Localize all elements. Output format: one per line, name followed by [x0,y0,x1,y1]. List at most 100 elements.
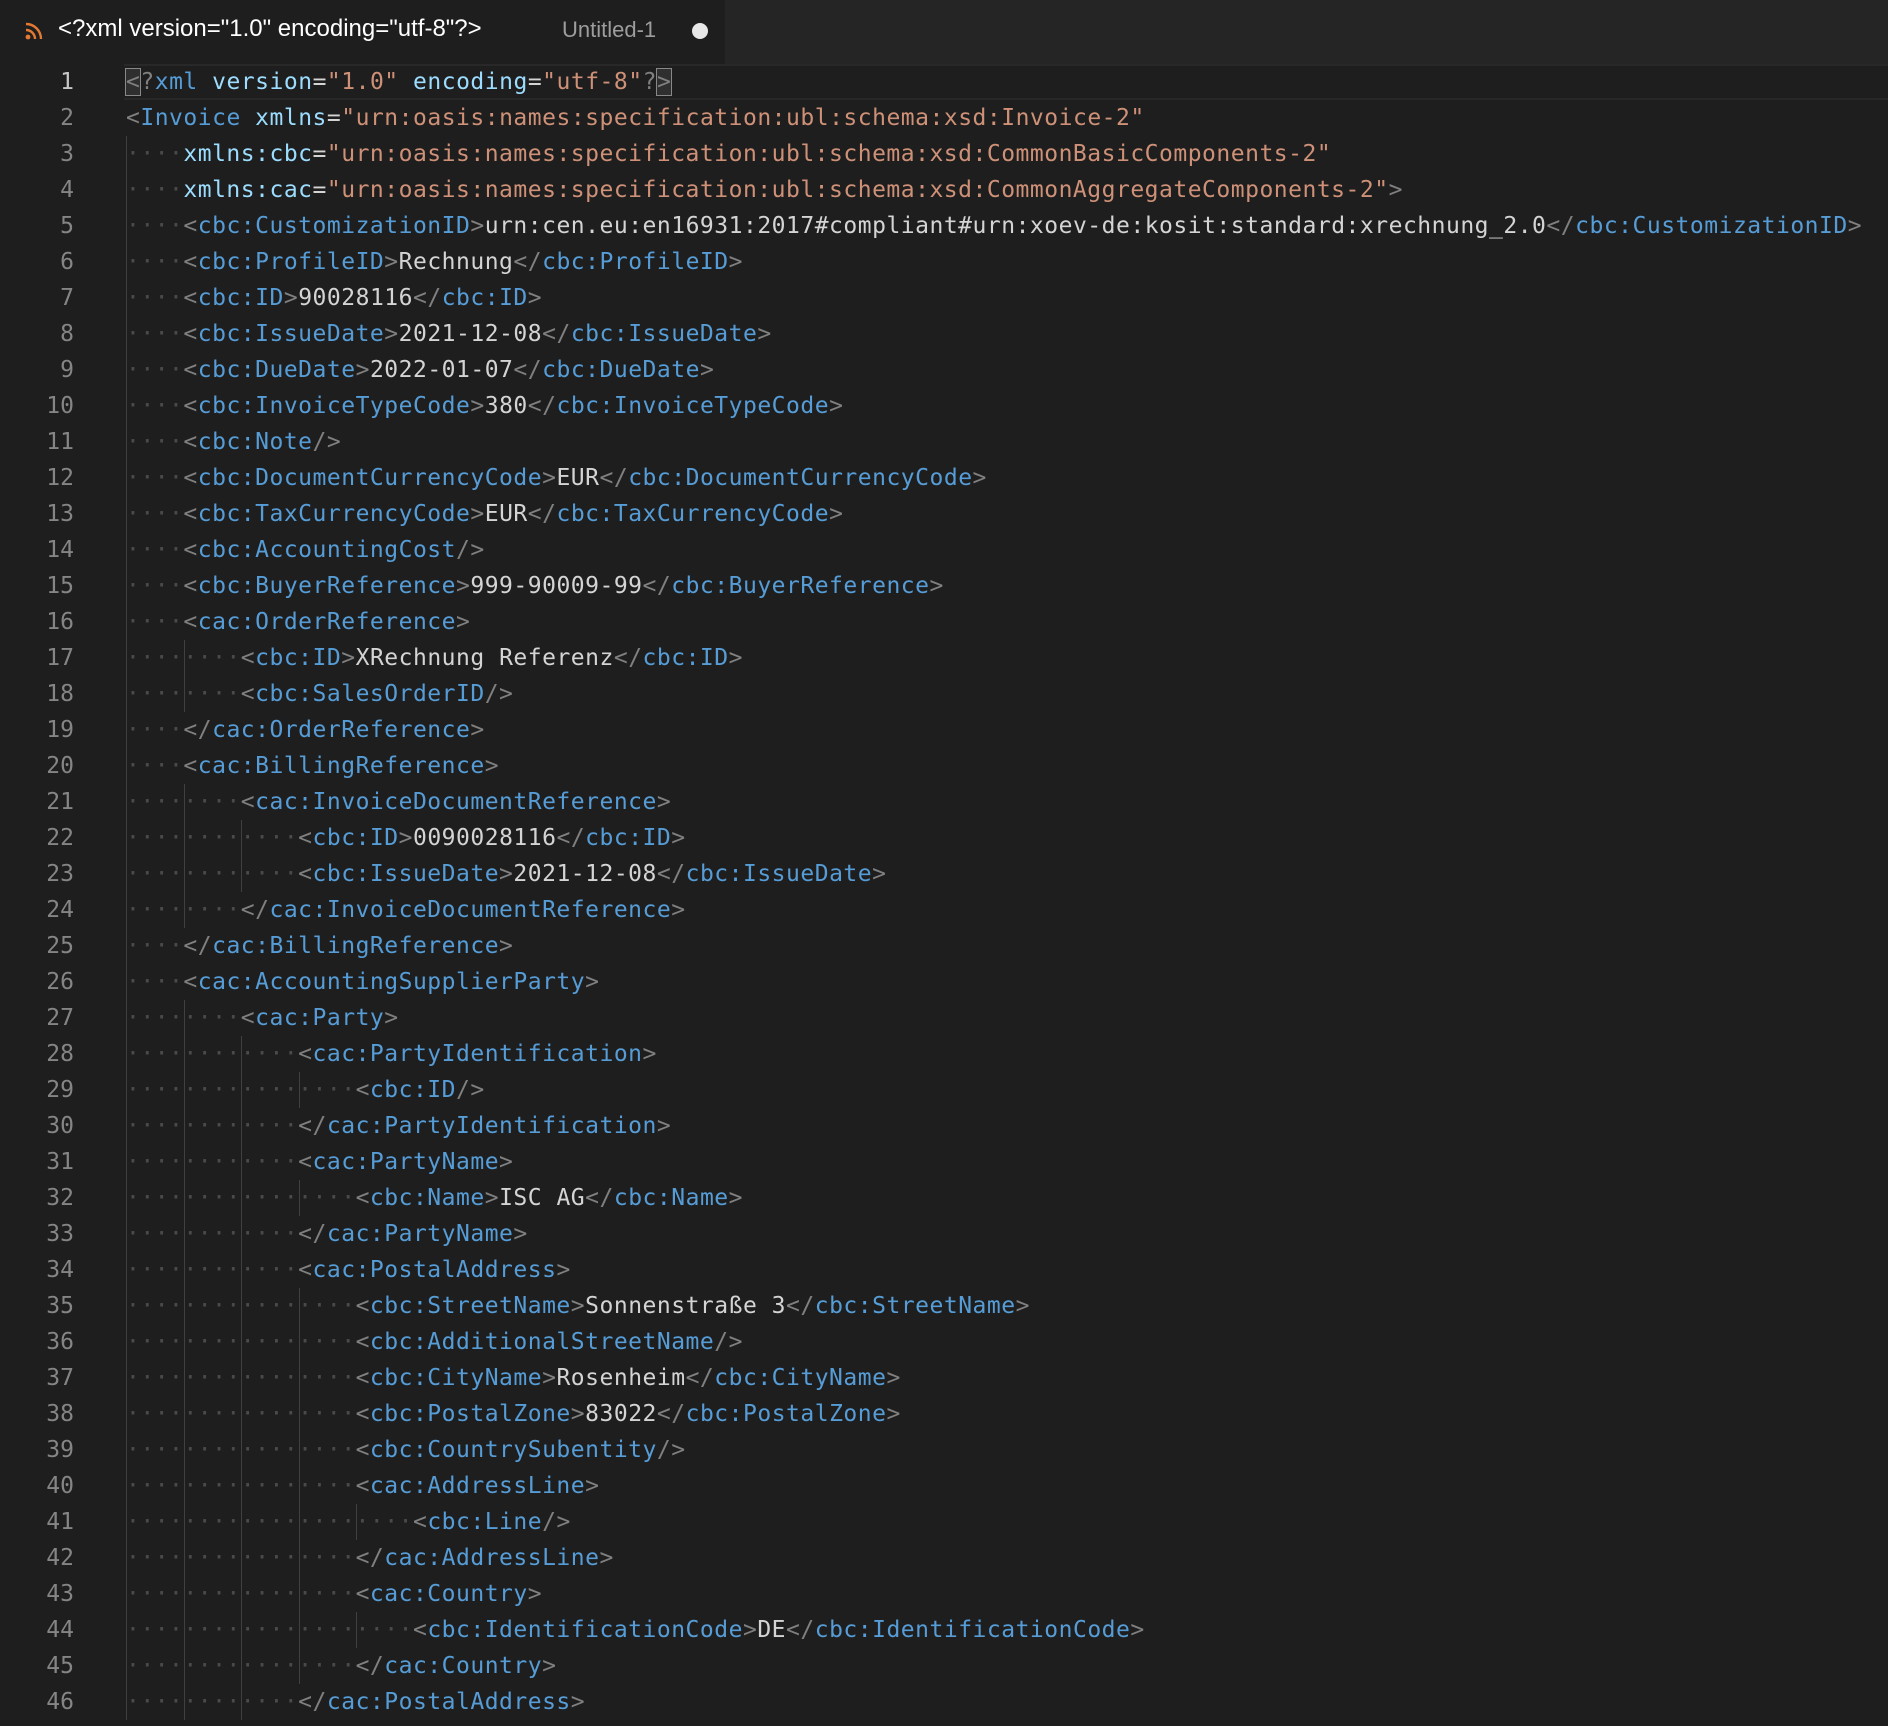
code-text[interactable]: ················<cbc:StreetName>Sonnenst… [126,1288,1030,1324]
line-number[interactable]: 17 [0,640,74,676]
line-number[interactable]: 36 [0,1324,74,1360]
line-number[interactable]: 28 [0,1036,74,1072]
code-line[interactable]: 23 ············<cbc:IssueDate>2021-12-08<… [0,856,1888,892]
code-text[interactable]: ········<cbc:ID>XRechnung Referenz</cbc:… [126,640,743,676]
code-line[interactable]: 1 <?xml version="1.0" encoding="utf-8"?> [0,64,1888,100]
line-number[interactable]: 18 [0,676,74,712]
code-line[interactable]: 37 ················<cbc:CityName>Rosenhei… [0,1360,1888,1396]
line-number[interactable]: 8 [0,316,74,352]
line-number[interactable]: 34 [0,1252,74,1288]
code-text[interactable]: ····<cbc:Note/> [126,424,341,460]
line-number[interactable]: 19 [0,712,74,748]
line-number[interactable]: 15 [0,568,74,604]
code-text[interactable]: ············<cac:PartyIdentification> [126,1036,657,1072]
code-text[interactable]: ····<cac:OrderReference> [126,604,470,640]
code-text[interactable]: ····<cac:BillingReference> [126,748,499,784]
line-number[interactable]: 29 [0,1072,74,1108]
code-text[interactable]: ················<cac:Country> [126,1576,542,1612]
code-line[interactable]: 10 ····<cbc:InvoiceTypeCode>380</cbc:Invo… [0,388,1888,424]
code-text[interactable]: ····<cbc:IssueDate>2021-12-08</cbc:Issue… [126,316,772,352]
code-text[interactable]: ····<cbc:CustomizationID>urn:cen.eu:en16… [126,208,1862,244]
code-line[interactable]: 34 ············<cac:PostalAddress> [0,1252,1888,1288]
code-line[interactable]: 15 ····<cbc:BuyerReference>999-90009-99</… [0,568,1888,604]
line-number[interactable]: 13 [0,496,74,532]
line-number[interactable]: 30 [0,1108,74,1144]
code-line[interactable]: 31 ············<cac:PartyName> [0,1144,1888,1180]
line-number[interactable]: 10 [0,388,74,424]
line-number[interactable]: 3 [0,136,74,172]
code-line[interactable]: 4 ····xmlns:cac="urn:oasis:names:specific… [0,172,1888,208]
line-number[interactable]: 32 [0,1180,74,1216]
code-text[interactable]: ····<cbc:AccountingCost/> [126,532,485,568]
line-number[interactable]: 20 [0,748,74,784]
code-text[interactable]: ················</cac:AddressLine> [126,1540,614,1576]
code-text[interactable]: ····</cac:OrderReference> [126,712,485,748]
code-text[interactable]: ····<cbc:BuyerReference>999-90009-99</cb… [126,568,944,604]
code-text[interactable]: ········</cac:InvoiceDocumentReference> [126,892,686,928]
line-number[interactable]: 6 [0,244,74,280]
line-number[interactable]: 27 [0,1000,74,1036]
line-number[interactable]: 5 [0,208,74,244]
code-text[interactable]: ············<cbc:ID>0090028116</cbc:ID> [126,820,686,856]
code-line[interactable]: 43 ················<cac:Country> [0,1576,1888,1612]
line-number[interactable]: 21 [0,784,74,820]
code-line[interactable]: 29 ················<cbc:ID/> [0,1072,1888,1108]
code-line[interactable]: 2 <Invoice xmlns="urn:oasis:names:specifi… [0,100,1888,136]
line-number[interactable]: 38 [0,1396,74,1432]
line-number[interactable]: 1 [0,64,74,100]
code-line[interactable]: 45 ················</cac:Country> [0,1648,1888,1684]
line-number[interactable]: 45 [0,1648,74,1684]
line-number[interactable]: 23 [0,856,74,892]
code-line[interactable]: 41 ····················<cbc:Line/> [0,1504,1888,1540]
code-text[interactable]: ············<cac:PartyName> [126,1144,513,1180]
line-number[interactable]: 41 [0,1504,74,1540]
editor-tab[interactable]: <?xml version="1.0" encoding="utf-8"?> U… [0,0,725,64]
code-line[interactable]: 14 ····<cbc:AccountingCost/> [0,532,1888,568]
code-line[interactable]: 12 ····<cbc:DocumentCurrencyCode>EUR</cbc… [0,460,1888,496]
code-text[interactable]: ········<cbc:SalesOrderID/> [126,676,513,712]
code-line[interactable]: 42 ················</cac:AddressLine> [0,1540,1888,1576]
code-line[interactable]: 7 ····<cbc:ID>90028116</cbc:ID> [0,280,1888,316]
code-line[interactable]: 21 ········<cac:InvoiceDocumentReference> [0,784,1888,820]
code-text[interactable]: ····················<cbc:Line/> [126,1504,571,1540]
code-text[interactable]: ····<cbc:TaxCurrencyCode>EUR</cbc:TaxCur… [126,496,843,532]
code-text[interactable]: ················<cbc:AdditionalStreetNam… [126,1324,743,1360]
code-line[interactable]: 33 ············</cac:PartyName> [0,1216,1888,1252]
code-line[interactable]: 38 ················<cbc:PostalZone>83022<… [0,1396,1888,1432]
line-number[interactable]: 24 [0,892,74,928]
unsaved-dot-icon[interactable] [692,23,708,39]
line-number[interactable]: 14 [0,532,74,568]
line-number[interactable]: 26 [0,964,74,1000]
line-number[interactable]: 7 [0,280,74,316]
line-number[interactable]: 11 [0,424,74,460]
code-line[interactable]: 22 ············<cbc:ID>0090028116</cbc:ID… [0,820,1888,856]
code-line[interactable]: 18 ········<cbc:SalesOrderID/> [0,676,1888,712]
code-text[interactable]: ············<cac:PostalAddress> [126,1252,571,1288]
code-text[interactable]: ····<cbc:ProfileID>Rechnung</cbc:Profile… [126,244,743,280]
code-text[interactable]: ····················<cbc:IdentificationC… [126,1612,1145,1648]
code-text[interactable]: ····<cac:AccountingSupplierParty> [126,964,599,1000]
code-line[interactable]: 39 ················<cbc:CountrySubentity/… [0,1432,1888,1468]
code-text[interactable]: ····<cbc:DocumentCurrencyCode>EUR</cbc:D… [126,460,987,496]
code-line[interactable]: 17 ········<cbc:ID>XRechnung Referenz</cb… [0,640,1888,676]
line-number[interactable]: 25 [0,928,74,964]
line-number[interactable]: 42 [0,1540,74,1576]
code-text[interactable]: ····<cbc:ID>90028116</cbc:ID> [126,280,542,316]
line-number[interactable]: 44 [0,1612,74,1648]
code-line[interactable]: 30 ············</cac:PartyIdentification> [0,1108,1888,1144]
line-number[interactable]: 33 [0,1216,74,1252]
code-line[interactable]: 20 ····<cac:BillingReference> [0,748,1888,784]
code-text[interactable]: ········<cac:InvoiceDocumentReference> [126,784,671,820]
code-line[interactable]: 11 ····<cbc:Note/> [0,424,1888,460]
code-text[interactable]: ············<cbc:IssueDate>2021-12-08</c… [126,856,886,892]
line-number[interactable]: 2 [0,100,74,136]
line-number[interactable]: 16 [0,604,74,640]
code-line[interactable]: 9 ····<cbc:DueDate>2022-01-07</cbc:DueDat… [0,352,1888,388]
code-text[interactable]: ············</cac:PartyName> [126,1216,528,1252]
code-text[interactable]: <?xml version="1.0" encoding="utf-8"?> [124,64,673,100]
code-line[interactable]: 3 ····xmlns:cbc="urn:oasis:names:specific… [0,136,1888,172]
code-line[interactable]: 36 ················<cbc:AdditionalStreetN… [0,1324,1888,1360]
line-number[interactable]: 12 [0,460,74,496]
code-text[interactable]: ····</cac:BillingReference> [126,928,513,964]
code-text[interactable]: ····<cbc:DueDate>2022-01-07</cbc:DueDate… [126,352,714,388]
